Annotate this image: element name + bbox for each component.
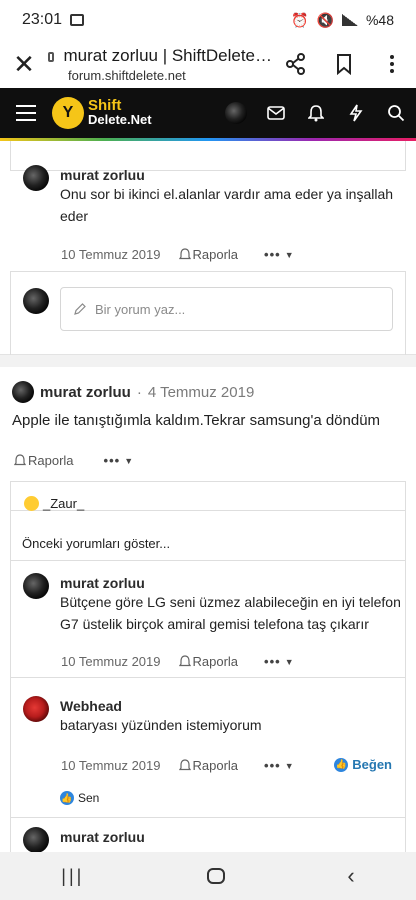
bookmark-icon [337, 54, 351, 75]
status-bar: 23:01 ⏰ 🔇 %48 [0, 0, 416, 40]
report-button[interactable]: Raporla [178, 654, 238, 669]
comment-reactions[interactable]: 👍 Sen [60, 791, 99, 805]
close-tab-button[interactable]: ✕ [0, 49, 48, 80]
comment-author[interactable]: murat zorluu [60, 829, 145, 845]
report-button[interactable]: Raporla [178, 247, 238, 262]
status-time: 23:01 [22, 11, 63, 28]
bookmark-button[interactable] [320, 40, 368, 88]
header-icons [216, 93, 416, 133]
page-title: murat zorluu | ShiftDelete… [63, 45, 273, 65]
comment-author[interactable]: Webhead [60, 698, 122, 714]
avatar[interactable] [23, 696, 49, 722]
more-actions-button[interactable]: ••• [264, 654, 281, 669]
image-notification-icon [70, 14, 85, 26]
signal-icon [341, 14, 358, 26]
thumbs-up-icon: 👍 [334, 757, 349, 772]
logo-text-top: Shift [88, 97, 122, 114]
more-vertical-icon [390, 55, 394, 73]
comment-meta: 10 Temmuz 2019 Raporla ••• ▼ [61, 247, 294, 262]
page-url: forum.shiftdelete.net [68, 67, 186, 83]
comment-text: Bütçene göre LG seni üzmez alabileceğin … [60, 594, 401, 632]
logo-text-bottom: Delete.Net [88, 112, 152, 127]
comment-text: Onu sor bi ikinci el.alanlar vardır ama … [60, 186, 394, 224]
comment-date[interactable]: 10 Temmuz 2019 [61, 654, 161, 669]
mute-icon: 🔇 [316, 11, 334, 28]
comment-text: bataryası yüzünden istemiyorum [60, 717, 262, 733]
menu-button[interactable] [0, 105, 52, 121]
comment-date[interactable]: 10 Temmuz 2019 [61, 247, 161, 262]
reply-placeholder: Bir yorum yaz... [95, 301, 186, 317]
messages-button[interactable] [256, 93, 296, 133]
reply-input[interactable]: Bir yorum yaz... [60, 287, 393, 331]
lock-icon [48, 51, 54, 62]
post-date-separator: · [136, 383, 142, 401]
reactor-name: _Zaur_ [43, 496, 85, 511]
bell-icon [178, 248, 191, 260]
chevron-down-icon[interactable]: ▼ [285, 761, 294, 771]
home-button[interactable] [206, 868, 225, 884]
show-previous-comments-link[interactable]: Önceki yorumları göster... [22, 536, 170, 551]
avatar[interactable] [23, 165, 49, 191]
chevron-down-icon[interactable]: ▼ [285, 250, 294, 260]
post-author[interactable]: murat zorluu [40, 384, 131, 401]
bell-icon [178, 655, 191, 667]
comment-author[interactable]: murat zorluu [60, 167, 145, 183]
search-icon [388, 105, 405, 122]
more-actions-button[interactable]: ••• [264, 247, 281, 262]
report-button[interactable]: Raporla [178, 758, 238, 773]
battery-level: %48 [365, 12, 394, 28]
post-date[interactable]: 4 Temmuz 2019 [148, 384, 254, 401]
bell-icon [308, 105, 324, 122]
report-button[interactable]: Raporla [14, 453, 74, 468]
comment-meta: 10 Temmuz 2019 Raporla ••• ▼ [61, 654, 294, 669]
avatar[interactable] [12, 381, 34, 403]
more-actions-button[interactable]: ••• [104, 453, 121, 468]
like-button[interactable]: 👍 Beğen [334, 757, 392, 772]
system-navigation-bar: ||| ‹ [0, 852, 416, 900]
avatar [225, 102, 247, 124]
reactor-name: Sen [78, 791, 100, 805]
avatar[interactable] [23, 827, 49, 852]
address-area[interactable]: murat zorluu | ShiftDelete… forum.shiftd… [48, 46, 272, 83]
post-body: Apple ile tanıştığımla kaldım.Tekrar sam… [12, 412, 381, 429]
lightning-icon [349, 104, 363, 122]
reaction-list[interactable]: _Zaur_ [24, 496, 84, 511]
logo-mark-icon: Y [52, 97, 84, 129]
comment-date[interactable]: 10 Temmuz 2019 [61, 758, 161, 773]
thread-content: murat zorluu Onu sor bi ikinci el.alanla… [0, 141, 416, 852]
user-avatar-button[interactable] [216, 93, 256, 133]
post-header: murat zorluu · 4 Temmuz 2019 [12, 381, 254, 403]
comment-meta: 10 Temmuz 2019 Raporla ••• ▼ [61, 758, 294, 773]
bell-icon [14, 454, 26, 466]
status-indicators: ⏰ 🔇 %48 [291, 12, 394, 29]
more-actions-button[interactable]: ••• [264, 758, 281, 773]
thumbs-up-icon: 👍 [60, 791, 74, 805]
laugh-reaction-icon [24, 496, 39, 511]
post-separator [0, 355, 416, 367]
envelope-icon [267, 106, 285, 120]
post-actions: Raporla ••• ▼ [14, 453, 133, 468]
chevron-down-icon[interactable]: ▼ [285, 657, 294, 667]
more-options-button[interactable] [368, 40, 416, 88]
whats-new-button[interactable] [336, 93, 376, 133]
pencil-icon [74, 303, 86, 315]
search-button[interactable] [376, 93, 416, 133]
recent-apps-button[interactable]: ||| [61, 866, 84, 887]
site-header: Y Shift Delete.Net [0, 88, 416, 138]
share-button[interactable] [272, 40, 320, 88]
share-icon [286, 53, 305, 75]
comment-author[interactable]: murat zorluu [60, 575, 145, 591]
site-logo[interactable]: Y Shift Delete.Net [52, 97, 152, 129]
bell-icon [178, 759, 191, 771]
avatar [23, 288, 49, 314]
notifications-button[interactable] [296, 93, 336, 133]
comment-card: murat zorluu Onu sor bi ikinci el.alanla… [0, 141, 416, 355]
alarm-icon: ⏰ [291, 11, 309, 28]
browser-toolbar: ✕ murat zorluu | ShiftDelete… forum.shif… [0, 40, 416, 88]
chevron-down-icon[interactable]: ▼ [124, 456, 133, 466]
avatar[interactable] [23, 573, 49, 599]
back-button[interactable]: ‹ [347, 863, 354, 889]
